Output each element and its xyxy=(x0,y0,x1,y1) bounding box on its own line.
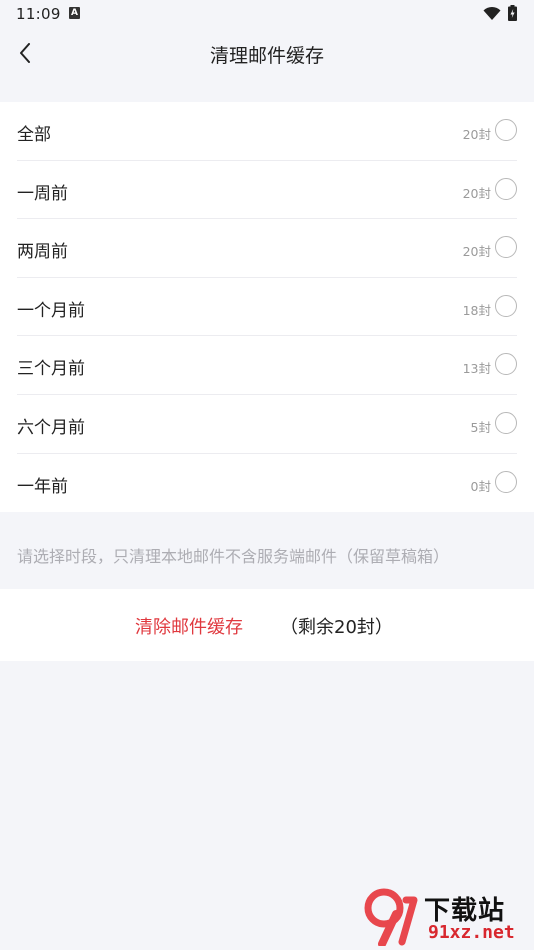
radio-button[interactable] xyxy=(495,411,517,434)
option-one-month[interactable]: 一个月前 18封 xyxy=(0,278,534,337)
option-count: 18封 xyxy=(462,302,491,318)
option-all[interactable]: 全部 20封 xyxy=(0,102,534,161)
option-one-week[interactable]: 一周前 20封 xyxy=(0,161,534,220)
option-label: 两周前 xyxy=(17,242,68,263)
option-label: 一周前 xyxy=(17,183,68,204)
option-label: 全部 xyxy=(17,125,51,145)
radio-button[interactable] xyxy=(495,353,517,376)
option-label: 六个月前 xyxy=(17,417,85,438)
header: 清理邮件缓存 xyxy=(0,28,534,80)
option-count: 0封 xyxy=(470,478,491,494)
watermark-logo-icon xyxy=(364,888,418,946)
option-three-months[interactable]: 三个月前 13封 xyxy=(0,336,534,395)
clear-cache-button[interactable]: 清除邮件缓存 xyxy=(135,613,243,639)
page-title: 清理邮件缓存 xyxy=(209,45,324,67)
notification-a-icon: A xyxy=(69,7,80,19)
battery-charging-icon xyxy=(508,5,517,21)
option-count: 20封 xyxy=(462,244,491,260)
action-bar: 清除邮件缓存 （剩余20封） xyxy=(0,589,534,661)
watermark: 下载站 91xz.net xyxy=(362,886,534,950)
status-time: 11:09 xyxy=(16,5,61,23)
option-label: 三个月前 xyxy=(17,359,85,380)
option-two-weeks[interactable]: 两周前 20封 xyxy=(0,219,534,278)
option-label: 一年前 xyxy=(17,476,68,497)
option-six-months[interactable]: 六个月前 5封 xyxy=(0,395,534,454)
wifi-icon xyxy=(483,6,501,20)
radio-button[interactable] xyxy=(495,470,517,493)
hint-text: 请选择时段，只清理本地邮件不含服务端邮件（保留草稿箱） xyxy=(17,547,450,566)
radio-button[interactable] xyxy=(495,177,517,200)
cache-period-list: 全部 20封 一周前 20封 两周前 20封 一个月前 18封 三个月前 13封… xyxy=(0,102,534,513)
watermark-domain: 91xz.net xyxy=(428,922,515,943)
radio-button[interactable] xyxy=(495,119,517,141)
option-count: 20封 xyxy=(462,185,491,201)
option-count: 5封 xyxy=(470,419,491,435)
option-count: 13封 xyxy=(462,361,491,377)
option-one-year[interactable]: 一年前 0封 xyxy=(0,454,534,513)
remaining-count: （剩余20封） xyxy=(280,617,393,638)
option-count: 20封 xyxy=(462,127,491,142)
radio-button[interactable] xyxy=(495,294,517,317)
option-label: 一个月前 xyxy=(17,300,85,321)
radio-button[interactable] xyxy=(495,236,517,259)
status-bar: 11:09 A xyxy=(0,0,534,28)
